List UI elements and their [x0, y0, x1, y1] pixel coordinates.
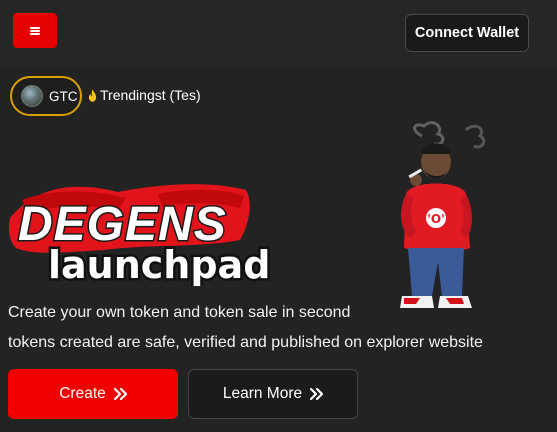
- trending-token-pill[interactable]: GTC: [10, 76, 82, 116]
- trending-label: Trendingst (Tes): [88, 87, 201, 103]
- fire-icon: [88, 88, 97, 102]
- hero-description-line-2: tokens created are safe, verified and pu…: [8, 334, 483, 351]
- mascot-illustration: 'O': [400, 121, 486, 311]
- logo-word-launchpad: launchpad: [48, 243, 270, 286]
- double-chevron-right-icon: [310, 388, 324, 400]
- trending-bar: GTC Trendingst (Tes): [0, 66, 557, 126]
- learn-more-button[interactable]: Learn More: [188, 369, 358, 419]
- connect-wallet-button[interactable]: Connect Wallet: [405, 14, 529, 52]
- hamburger-icon: [30, 26, 40, 35]
- top-navbar: Connect Wallet: [0, 0, 557, 66]
- double-chevron-right-icon: [113, 388, 127, 400]
- degens-launchpad-logo: DEGENS launchpad: [8, 184, 273, 286]
- learn-more-button-label: Learn More: [222, 385, 303, 402]
- token-avatar-icon: [21, 85, 43, 107]
- hero-description-line-1: Create your own token and token sale in …: [8, 304, 351, 321]
- trending-text: Trendingst (Tes): [100, 87, 201, 103]
- token-symbol: GTC: [49, 88, 78, 104]
- create-button[interactable]: Create: [8, 369, 178, 419]
- menu-button[interactable]: [13, 13, 57, 48]
- create-button-label: Create: [59, 385, 106, 402]
- svg-text:'O': 'O': [427, 212, 445, 226]
